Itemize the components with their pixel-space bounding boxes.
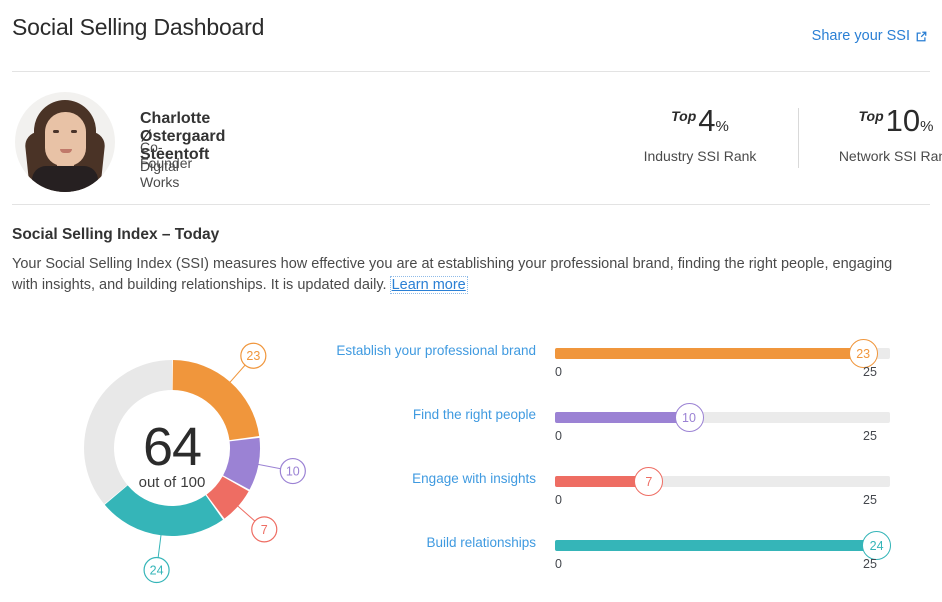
share-ssi-label: Share your SSI — [811, 28, 910, 44]
bar-tick-min: 0 — [555, 493, 562, 507]
share-ssi-link[interactable]: Share your SSI — [812, 28, 928, 44]
network-ssi-rank: Top10% Network SSI Rank — [806, 105, 942, 164]
external-link-icon — [915, 30, 928, 43]
bar-fill — [555, 348, 864, 359]
bar-value-bubble: 23 — [848, 339, 878, 368]
header-divider — [12, 71, 930, 72]
industry-rank-prefix: Top — [671, 108, 697, 124]
page-header: Social Selling Dashboard Share your SSI — [0, 0, 942, 72]
bar-tick-max: 25 — [863, 429, 877, 443]
bar-category-label[interactable]: Find the right people — [413, 407, 536, 422]
bar-track: 7 — [555, 467, 890, 496]
social-selling-dashboard: Social Selling Dashboard Share your SSI — [0, 0, 942, 602]
bar-tick-max: 25 — [863, 557, 877, 571]
bar-value-bubble: 10 — [674, 403, 704, 432]
bar-category-label[interactable]: Engage with insights — [412, 471, 536, 486]
bar-category-label[interactable]: Establish your professional brand — [336, 343, 536, 358]
ssi-section-heading: Social Selling Index – Today — [12, 226, 220, 243]
network-rank-label: Network SSI Rank — [838, 148, 942, 164]
network-rank-unit: % — [920, 118, 934, 135]
bar-tick-min: 0 — [555, 365, 562, 379]
bar-row: Engage with insights 7 0 25 — [0, 464, 942, 522]
learn-more-link[interactable]: Learn more — [389, 276, 468, 294]
profile-company: Digital Works — [140, 158, 180, 190]
network-rank-value: 10 — [885, 103, 921, 138]
bar-value-bubble: 7 — [634, 467, 664, 496]
network-rank-prefix: Top — [858, 108, 884, 124]
avatar — [15, 92, 115, 192]
ssi-description: Your Social Selling Index (SSI) measures… — [12, 254, 922, 296]
bar-track: 10 — [555, 403, 890, 432]
bar-track: 23 — [555, 339, 890, 368]
bar-value-bubble: 24 — [862, 531, 892, 560]
bar-tick-max: 25 — [863, 493, 877, 507]
profile-divider — [12, 204, 930, 205]
bar-tick-min: 0 — [555, 557, 562, 571]
rank-divider — [798, 108, 799, 168]
bar-row: Establish your professional brand 23 0 25 — [0, 336, 942, 394]
industry-rank-value: 4 — [698, 103, 716, 138]
page-title: Social Selling Dashboard — [12, 14, 265, 40]
bar-fill — [555, 412, 689, 423]
bar-row: Build relationships 24 0 25 — [0, 528, 942, 586]
bar-category-label[interactable]: Build relationships — [426, 535, 536, 550]
bar-row: Find the right people 10 0 25 — [0, 400, 942, 458]
industry-rank-label: Industry SSI Rank — [643, 148, 757, 164]
bar-fill — [555, 540, 877, 551]
industry-ssi-rank: Top4% Industry SSI Rank — [610, 105, 790, 164]
bar-tick-min: 0 — [555, 429, 562, 443]
bar-tick-max: 25 — [863, 365, 877, 379]
industry-rank-unit: % — [715, 118, 729, 135]
bar-track: 24 — [555, 531, 892, 560]
